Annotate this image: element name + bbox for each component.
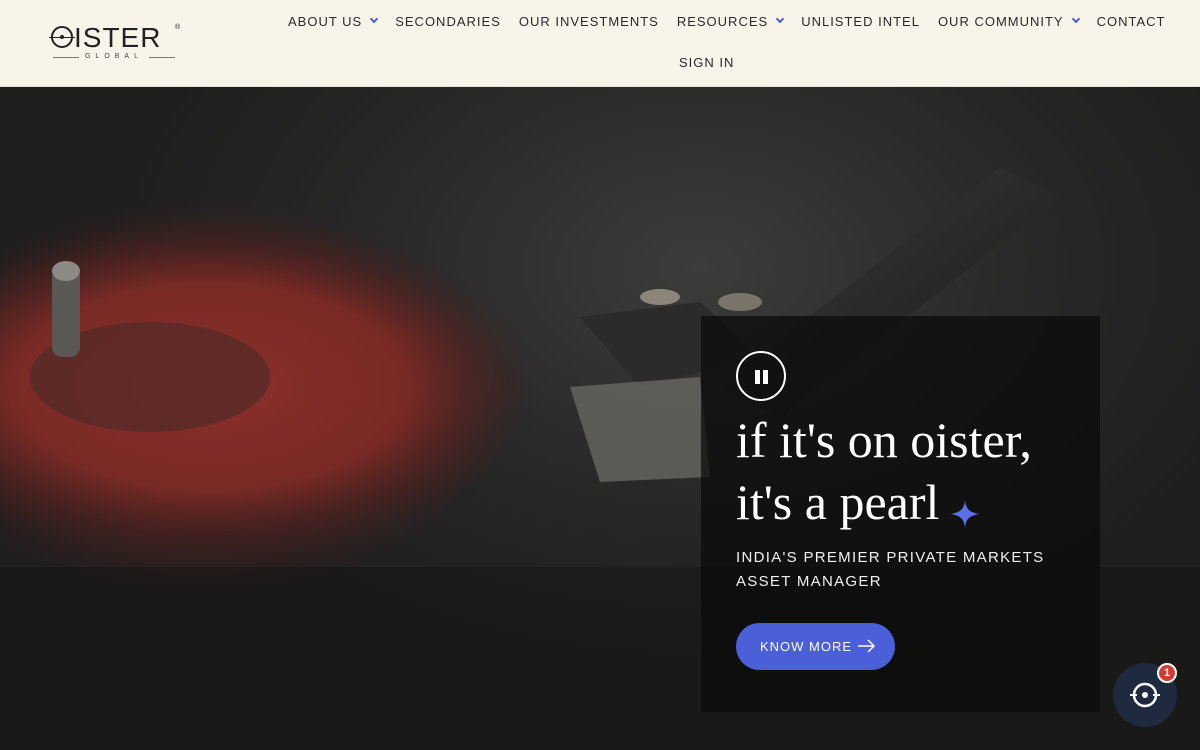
know-more-label: KNOW MORE [760, 639, 853, 654]
nav-unlisted-intel[interactable]: UNLISTED INTEL [801, 14, 920, 29]
hero-panel: if it's on oister, it's a pearl INDIA'S … [701, 316, 1100, 712]
nav-contact-label: CONTACT [1096, 13, 1166, 29]
nav-our-community[interactable]: OUR COMMUNITY [937, 13, 1080, 29]
chevron-down-icon [1071, 14, 1080, 24]
nav-secondaries[interactable]: SECONDARIES [395, 14, 501, 29]
nav-contact[interactable]: CONTACT [1097, 14, 1166, 29]
nav-our-investments-label: OUR INVESTMENTS [518, 13, 659, 29]
logo-o-mark-icon [49, 26, 75, 48]
arrow-right-icon [858, 639, 876, 653]
nav-our-investments[interactable]: OUR INVESTMENTS [519, 14, 659, 29]
registered-mark: ® [175, 24, 181, 31]
nav-secondaries-label: SECONDARIES [395, 13, 501, 29]
know-more-button[interactable]: KNOW MORE [736, 623, 895, 670]
logo-text: ISTER [74, 22, 162, 53]
nav-resources[interactable]: RESOURCES [676, 13, 785, 29]
oister-logo[interactable]: ISTER ® GLOBAL [49, 22, 181, 64]
notification-badge: 1 [1157, 663, 1177, 683]
nav-resources-label: RESOURCES [676, 13, 769, 29]
chat-icon [1130, 682, 1160, 708]
hero-section: if it's on oister, it's a pearl INDIA'S … [0, 87, 1200, 750]
chevron-down-icon [369, 14, 379, 24]
sign-in-link[interactable]: SIGN IN [679, 55, 734, 70]
headline-line-1: if it's on oister, [736, 412, 1032, 468]
pause-icon-bar [763, 370, 768, 384]
pause-icon [755, 370, 760, 384]
logo-wordmark: ISTER [49, 22, 162, 54]
nav-about-us-label: ABOUT US [288, 13, 363, 29]
headline-line-2: it's a pearl [736, 474, 940, 530]
nav-unlisted-intel-label: UNLISTED INTEL [801, 13, 920, 29]
sparkle-icon [951, 500, 979, 528]
chevron-down-icon [775, 14, 785, 24]
logo-divider-right [149, 57, 175, 58]
nav-about-us[interactable]: ABOUT US [288, 13, 379, 29]
hero-headline: if it's on oister, it's a pearl [736, 409, 1032, 533]
nav-our-community-label: OUR COMMUNITY [937, 13, 1064, 29]
hero-tagline: INDIA'S PREMIER PRIVATE MARKETS ASSET MA… [736, 549, 1045, 590]
main-nav: ABOUT US SECONDARIES OUR INVESTMENTS RES… [288, 12, 1165, 30]
site-header: ISTER ® GLOBAL ABOUT US SECONDARIES OUR … [0, 0, 1200, 87]
pause-video-button[interactable] [736, 351, 786, 401]
